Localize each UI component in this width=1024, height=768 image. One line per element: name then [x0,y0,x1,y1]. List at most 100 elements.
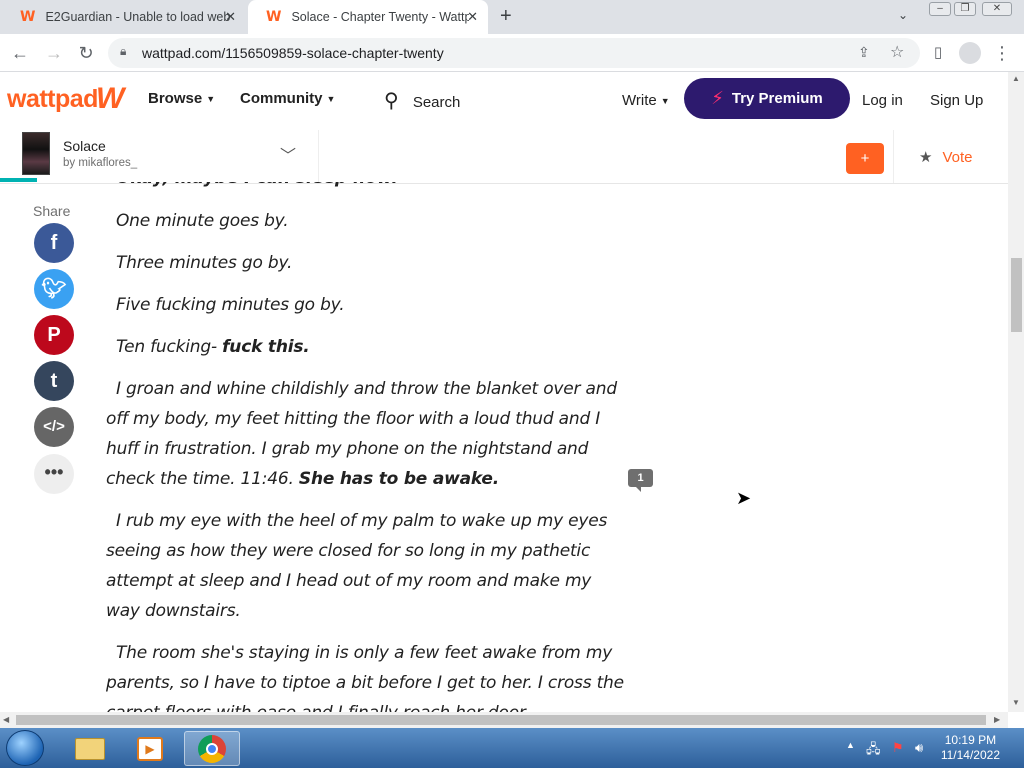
scroll-up-icon[interactable]: ▲ [1012,74,1020,83]
share-label: Share [33,203,71,219]
divider [893,130,894,183]
wattpad-favicon-icon: W [266,9,282,25]
clock-time: 10:19 PM [944,733,997,747]
embed-share-icon[interactable]: </> [34,407,74,447]
tumblr-share-icon[interactable]: t [34,361,74,401]
network-icon[interactable]: 🖧︎ [866,740,881,762]
story-bold-span: fuck this. [222,337,310,357]
twitter-share-icon[interactable]: 🐦︎ [34,269,74,309]
caret-down-icon: ▼ [326,94,336,105]
address-bar[interactable]: 🔒︎ wattpad.com/1156509859-solace-chapter… [108,38,920,68]
write-label: Write [622,92,657,109]
story-paragraph: Three minutes go by. [116,253,293,273]
forward-icon[interactable]: → [42,41,66,65]
tab-title: E2Guardian - Unable to load web [45,10,231,24]
mouse-cursor-icon: ➤ [736,488,752,508]
side-panel-icon[interactable]: ▯ [926,41,950,65]
scroll-down-icon[interactable]: ▼ [1012,698,1020,707]
tab-strip: W E2Guardian - Unable to load web ✕ W So… [0,0,1024,34]
clock-date: 11/14/2022 [940,748,1000,762]
close-window-button[interactable]: ✕ [982,2,1012,16]
lightning-icon: ⚡︎ [711,88,724,108]
write-menu[interactable]: Write ▼ [622,92,670,109]
chrome-glyph [198,734,226,763]
story-paragraph: Five fucking minutes go by. [116,295,345,315]
add-to-library-button[interactable]: + [846,143,884,174]
start-button[interactable] [6,730,44,766]
close-tab-icon[interactable]: ✕ [467,9,478,25]
back-icon[interactable]: ← [8,41,32,65]
close-tab-icon[interactable]: ✕ [225,9,236,25]
chrome-center [206,742,218,755]
story-paragraph: One minute goes by. [116,211,289,231]
vote-button[interactable]: ★ Vote [919,148,972,166]
horizontal-scrollbar[interactable]: ◀ ▶ [0,712,1008,728]
search-icon: ⚲ [384,90,399,112]
share-page-icon[interactable]: ⇪ [858,44,870,61]
browse-menu[interactable]: Browse ▼ [148,90,215,107]
browse-label: Browse [148,90,203,107]
divider [318,130,319,183]
community-label: Community [240,90,323,107]
signup-link[interactable]: Sign Up [930,92,983,109]
login-link[interactable]: Log in [862,92,903,109]
wattpad-favicon-icon: W [20,9,36,25]
more-share-icon[interactable]: ••• [34,454,74,494]
tab-solace[interactable]: W Solace - Chapter Twenty - Wattp ✕ [248,0,488,34]
search-button[interactable]: ⚲ Search [384,88,460,113]
inline-comment-badge[interactable]: 1 [628,469,653,492]
vote-label: Vote [942,149,973,166]
community-menu[interactable]: Community ▼ [240,90,335,107]
restore-button[interactable]: ❐ [954,2,976,16]
file-explorer-icon[interactable] [62,731,118,766]
scroll-left-icon[interactable]: ◀ [3,715,9,724]
tray-expand-icon[interactable]: ▲ [846,740,855,750]
media-player-icon[interactable]: ▶ [122,731,178,766]
search-label: Search [412,94,461,111]
windows-taskbar: ▶ ▲ 🖧︎ ⚑ 🔊︎ 10:19 PM 11/14/2022 [0,728,1024,768]
minimize-button[interactable]: – [929,2,951,16]
chevron-down-icon[interactable]: ﹀ [280,142,296,166]
lock-icon: 🔒︎ [120,44,127,58]
flag-alert-icon[interactable]: ⚑ [892,740,904,756]
horizontal-scroll-thumb[interactable] [16,715,986,725]
chrome-taskbar-icon[interactable] [184,731,240,766]
story-author[interactable]: by mikaflores_ [63,157,137,169]
profile-avatar[interactable] [959,42,981,64]
story-paragraph: I rub my eye with the heel of my palm to… [106,511,608,621]
facebook-share-icon[interactable]: f [34,223,74,263]
bookmark-star-icon[interactable]: ☆ [890,42,904,62]
vertical-scrollbar[interactable]: ▲ ▼ [1008,72,1024,712]
wattpad-logo[interactable]: wattpad [7,85,98,114]
reading-progress-bar [0,178,37,182]
tab-search-icon[interactable]: ⌄ [898,8,908,22]
volume-icon[interactable]: 🔊︎ [915,740,923,756]
story-text-span: Ten fucking- [116,337,223,357]
url-text: wattpad.com/1156509859-solace-chapter-tw… [142,45,444,61]
site-header: wattpad W Browse ▼ Community ▼ ⚲ Search Wr… [0,72,1008,130]
scroll-right-icon[interactable]: ▶ [994,715,1000,724]
story-bold-span: She has to be awake. [298,469,499,489]
story-cover-image[interactable] [22,132,50,175]
caret-down-icon: ▼ [206,94,216,105]
star-icon: ★ [919,149,933,166]
media-glyph: ▶ [137,736,163,761]
folder-glyph [75,737,105,760]
premium-label: Try Premium [731,90,823,107]
tab-e2guardian[interactable]: W E2Guardian - Unable to load web ✕ [2,0,246,34]
browser-toolbar: ← → ↻ 🔒︎ wattpad.com/1156509859-solace-c… [0,34,1024,72]
caret-down-icon: ▼ [660,96,670,107]
story-paragraph: Ten fucking- fuck this. [106,332,626,362]
new-tab-button[interactable]: + [500,5,512,28]
menu-kebab-icon[interactable]: ⋮ [990,41,1014,65]
tab-title: Solace - Chapter Twenty - Wattp [291,10,470,24]
pinterest-share-icon[interactable]: P [34,315,74,355]
story-title[interactable]: Solace [63,138,106,154]
try-premium-button[interactable]: ⚡︎ Try Premium [684,78,850,119]
vertical-scroll-thumb[interactable] [1011,258,1022,332]
story-text: One minute goes by. Three minutes go by.… [106,206,626,740]
story-bar: Solace by mikaflores_ ﹀ + ★ Vote [0,130,1008,184]
reload-icon[interactable]: ↻ [74,41,98,65]
wattpad-logo-icon[interactable]: W [96,82,124,116]
taskbar-clock[interactable]: 10:19 PM 11/14/2022 [941,733,1000,763]
